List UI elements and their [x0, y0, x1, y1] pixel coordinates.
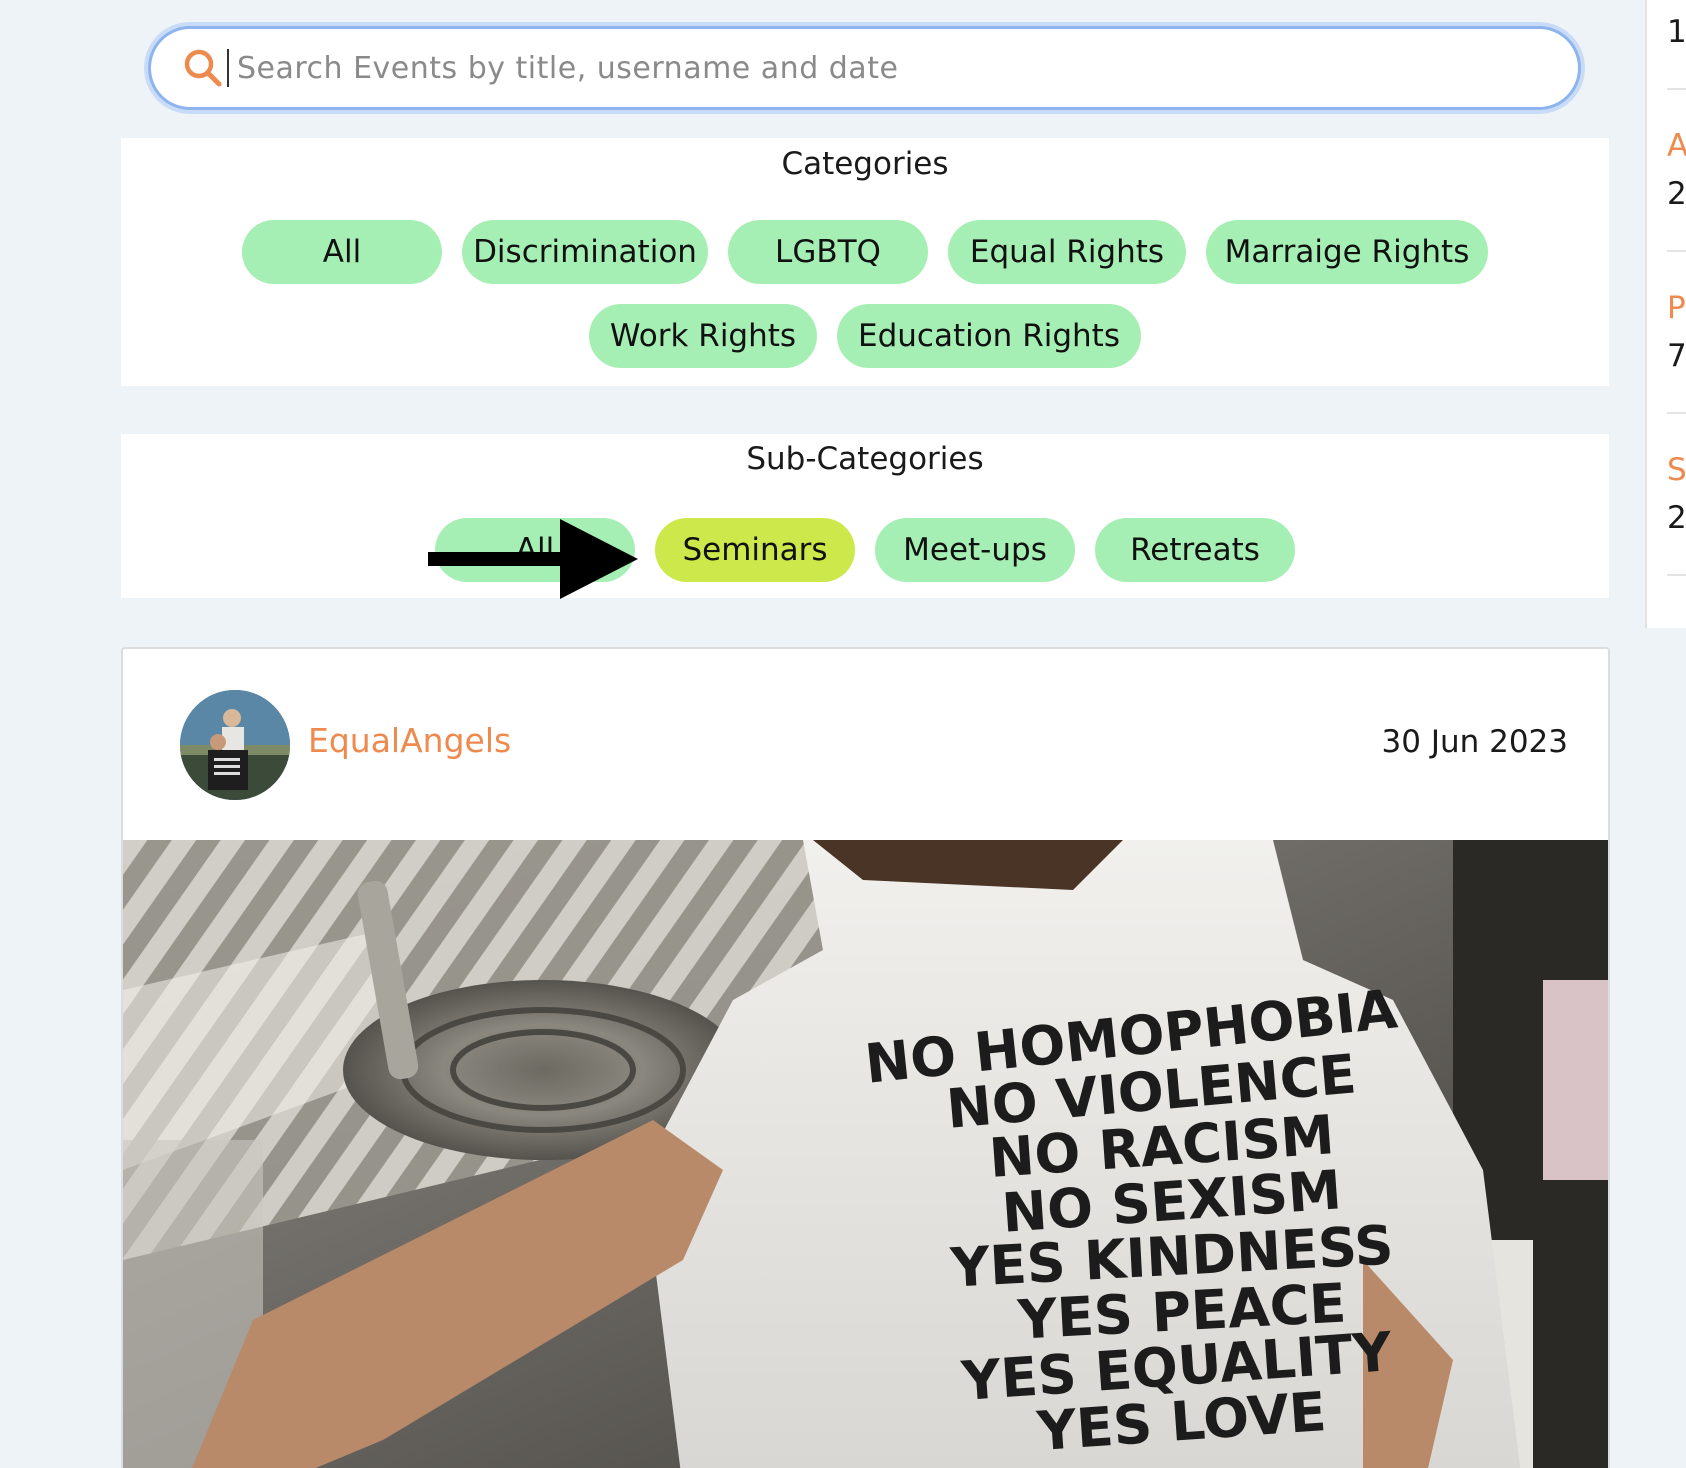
sidebar-divider	[1667, 412, 1686, 414]
sidebar-divider	[1667, 574, 1686, 576]
event-post-card[interactable]: EqualAngels 30 Jun 2023 NO HOMOPHOBIA NO…	[121, 647, 1610, 1468]
search-icon	[184, 49, 222, 87]
sidebar-divider	[1667, 250, 1686, 252]
right-sidebar: 13 A 2 Pr 7 Se 23	[1645, 0, 1686, 628]
sidebar-value-1: 13	[1667, 14, 1686, 50]
category-chip-work-rights[interactable]: Work Rights	[589, 304, 817, 368]
category-chip-education-rights[interactable]: Education Rights	[837, 304, 1141, 368]
search-input[interactable]	[237, 50, 1537, 86]
categories-row-1: All Discrimination LGBTQ Equal Rights Ma…	[121, 220, 1609, 284]
category-chip-equal-rights[interactable]: Equal Rights	[948, 220, 1186, 284]
post-username[interactable]: EqualAngels	[308, 721, 511, 760]
categories-panel: Categories All Discrimination LGBTQ Equa…	[121, 138, 1609, 386]
sidebar-value-2: 2	[1667, 176, 1686, 212]
post-photo: NO HOMOPHOBIA NO VIOLENCE NO RACISM NO S…	[123, 840, 1608, 1468]
category-chip-all[interactable]: All	[242, 220, 442, 284]
categories-row-2: Work Rights Education Rights	[121, 304, 1609, 368]
sidebar-label-3[interactable]: Se	[1667, 452, 1686, 488]
subcategory-chip-meetups[interactable]: Meet-ups	[875, 518, 1075, 582]
subcategory-chip-retreats[interactable]: Retreats	[1095, 518, 1295, 582]
sidebar-value-4: 23	[1667, 500, 1686, 536]
category-chip-lgbtq[interactable]: LGBTQ	[728, 220, 928, 284]
avatar[interactable]	[180, 690, 290, 800]
sidebar-label-2[interactable]: Pr	[1667, 290, 1686, 326]
page: Categories All Discrimination LGBTQ Equa…	[0, 0, 1686, 1468]
category-chip-marriage-rights[interactable]: Marraige Rights	[1206, 220, 1488, 284]
categories-title: Categories	[781, 146, 949, 182]
annotation-arrow-icon	[428, 519, 638, 599]
avatar-image	[180, 690, 290, 800]
subcategory-chip-seminars[interactable]: Seminars	[655, 518, 855, 582]
search-bar[interactable]	[148, 26, 1581, 110]
sidebar-divider	[1667, 88, 1686, 90]
text-caret	[227, 49, 229, 87]
subcategories-panel: Sub-Categories All Seminars Meet-ups Ret…	[121, 434, 1609, 598]
subcategories-title: Sub-Categories	[746, 441, 984, 477]
sidebar-value-3: 7	[1667, 338, 1686, 374]
sidebar-label-1[interactable]: A	[1667, 128, 1686, 164]
category-chip-discrimination[interactable]: Discrimination	[462, 220, 708, 284]
post-date: 30 Jun 2023	[1381, 724, 1568, 760]
subcategories-row: All Seminars Meet-ups Retreats	[121, 518, 1609, 582]
